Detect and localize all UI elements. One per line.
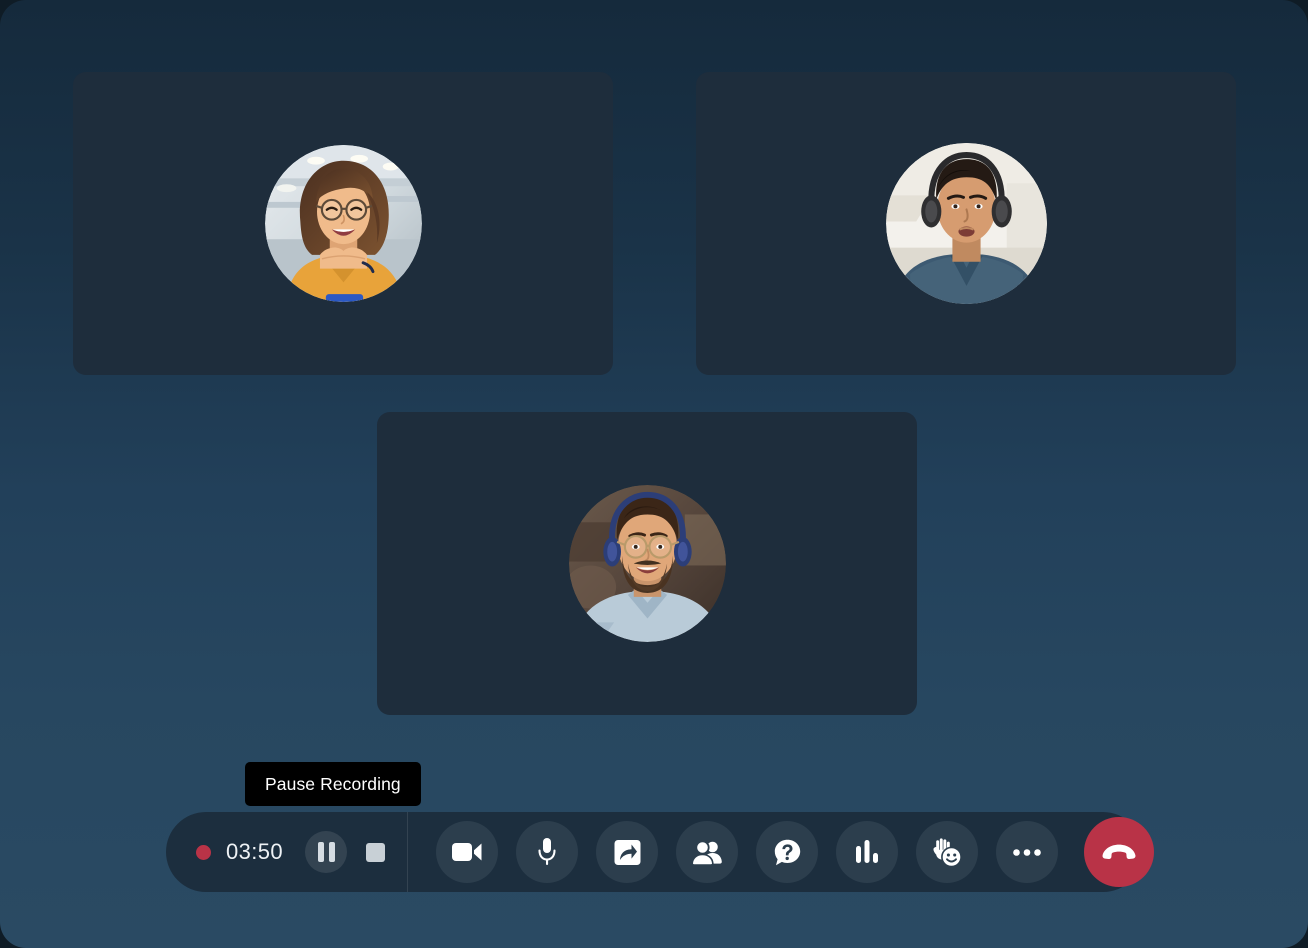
avatar	[264, 145, 422, 302]
ellipsis-icon	[1013, 848, 1041, 856]
recording-indicator-icon	[196, 844, 211, 860]
bar-chart-icon	[854, 839, 880, 865]
raise-hand-smiley-icon	[932, 837, 962, 867]
polls-button[interactable]	[836, 821, 899, 883]
stop-recording-button[interactable]	[366, 842, 386, 862]
video-tile-participant-1[interactable]	[73, 72, 613, 375]
share-screen-icon	[614, 839, 641, 866]
reactions-button[interactable]	[916, 821, 979, 883]
control-button-group	[408, 817, 1176, 887]
participants-icon	[692, 839, 722, 865]
avatar	[568, 485, 726, 642]
video-call-window: Pause Recording 03:50	[0, 0, 1308, 948]
call-control-toolbar: 03:50	[166, 812, 1155, 892]
pause-recording-button[interactable]	[305, 831, 348, 873]
pause-bar-left	[317, 842, 324, 862]
camera-button[interactable]	[436, 821, 499, 883]
more-options-button[interactable]	[996, 821, 1059, 883]
qa-button[interactable]	[756, 821, 819, 883]
participants-button[interactable]	[676, 821, 739, 883]
video-tile-participant-2[interactable]	[696, 72, 1236, 375]
recording-elapsed-time: 03:50	[226, 839, 284, 864]
end-call-button[interactable]	[1084, 817, 1155, 887]
microphone-button[interactable]	[516, 821, 579, 883]
phone-hangup-icon	[1102, 844, 1136, 861]
pause-bar-right	[328, 842, 335, 862]
share-screen-button[interactable]	[596, 821, 659, 883]
microphone-icon	[536, 837, 558, 867]
tooltip-pause-recording: Pause Recording	[245, 762, 421, 806]
tooltip-label: Pause Recording	[265, 773, 401, 794]
video-camera-icon	[452, 841, 482, 863]
video-tile-participant-3[interactable]	[377, 412, 917, 715]
avatar	[885, 143, 1047, 304]
recording-group: 03:50	[166, 812, 407, 892]
question-bubble-icon	[774, 839, 801, 866]
